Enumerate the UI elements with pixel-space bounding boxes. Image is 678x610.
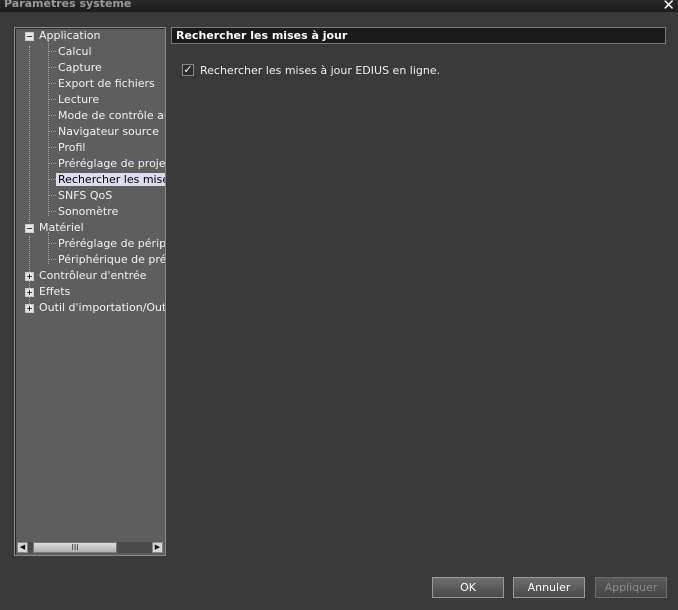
tree-item-label: Navigateur source [58,125,159,138]
tree-item-label: Application [39,29,101,42]
check-updates-checkbox[interactable]: ✓ [182,64,194,76]
tree-connector [48,99,56,100]
tree-item-snfs-qos[interactable]: SNFS QoS [58,188,112,203]
horizontal-scrollbar[interactable]: ◀ III ▶ [17,542,163,553]
tree-item-rechercher-mises-a-jour[interactable]: Rechercher les mises à [56,172,165,187]
scroll-thumb[interactable]: III [33,542,117,553]
tree-item-peripherique-previsualisation[interactable]: Périphérique de prévis [58,252,166,267]
tree-item-label: Lecture [58,93,100,106]
tree-item-label: SNFS QoS [58,189,113,202]
tree-connector [48,179,56,180]
tree-item-label: Contrôleur d'entrée [39,269,147,282]
collapse-icon[interactable]: − [25,224,34,233]
tree-item-calcul[interactable]: Calcul [58,44,92,59]
section-header: Rechercher les mises à jour [171,27,666,44]
tree-item-label: Capture [58,61,102,74]
tree-item-label: Mode de contrôle audi [58,109,165,122]
tree-connector [48,243,56,244]
tree-item-sonometre[interactable]: Sonomètre [58,204,118,219]
tree-item-navigateur-source[interactable]: Navigateur source [58,124,159,139]
tree-item-label: Sonomètre [58,205,119,218]
tree-item-effets[interactable]: Effets [39,284,70,299]
tree-connector [48,51,56,52]
tree-item-prereglage-projets[interactable]: Préréglage de projets [58,156,166,171]
scroll-left-button[interactable]: ◀ [17,542,28,553]
tree-item-label: Outil d'importation/Outil d' [39,301,166,314]
tree-item-label: Rechercher les mises à [56,173,165,186]
tree-item-outil-importation[interactable]: Outil d'importation/Outil d' [39,300,166,315]
tree-connector [48,83,56,84]
cancel-button[interactable]: Annuler [513,577,585,598]
scroll-right-button[interactable]: ▶ [152,542,163,553]
collapse-icon[interactable]: − [25,32,34,41]
tree-item-profil[interactable]: Profil [58,140,85,155]
tree-item-lecture[interactable]: Lecture [58,92,99,107]
tree-connector [48,195,56,196]
tree-item-mode-controle-audio[interactable]: Mode de contrôle audi [58,108,165,123]
tree-connector [48,115,56,116]
tree-item-label: Effets [39,285,71,298]
tree-connector [48,163,56,164]
tree-connector [48,259,56,260]
tree-item-materiel[interactable]: Matériel [39,220,84,235]
check-updates-label: Rechercher les mises à jour EDIUS en lig… [200,64,441,77]
expand-icon[interactable]: + [25,272,34,281]
close-icon[interactable]: ✕ [662,0,675,14]
tree-item-label: Profil [58,141,86,154]
tree-item-label: Préréglage de périphé [58,237,166,250]
apply-button[interactable]: Appliquer [595,577,667,598]
tree-connector [48,211,56,212]
tree-item-label: Calcul [58,45,92,58]
expand-icon[interactable]: + [25,288,34,297]
tree-item-label: Préréglage de projets [58,157,166,170]
window-title: Paramètres système [4,0,132,10]
settings-tree[interactable]: − Application Calcul Capture Export de f… [14,27,166,556]
tree-connector [48,67,56,68]
tree-item-label: Périphérique de prévis [58,253,166,266]
tree-item-application[interactable]: Application [39,28,100,43]
title-bar: Paramètres système ✕ [0,0,678,14]
tree-item-capture[interactable]: Capture [58,60,102,75]
tree-connector [29,46,30,222]
expand-icon[interactable]: + [25,304,34,313]
tree-item-export-fichiers[interactable]: Export de fichiers [58,76,155,91]
tree-item-label: Matériel [39,221,84,234]
tree-connector [48,131,56,132]
ok-button[interactable]: OK [432,577,504,598]
tree-connector [48,147,56,148]
tree-item-prereglage-peripherique[interactable]: Préréglage de périphé [58,236,166,251]
tree-item-label: Export de fichiers [58,77,155,90]
tree-item-controleur-entree[interactable]: Contrôleur d'entrée [39,268,146,283]
